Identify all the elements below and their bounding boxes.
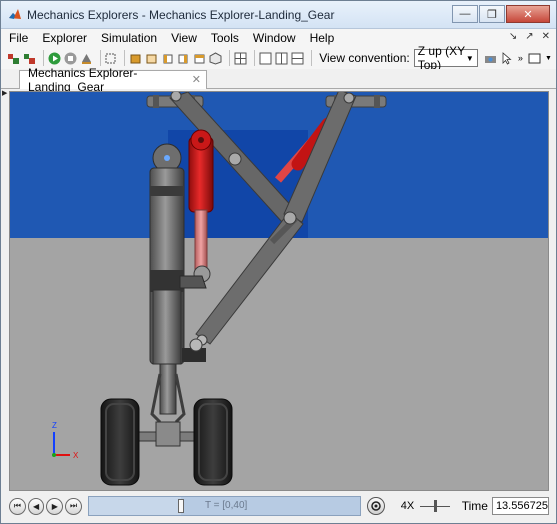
toolbar-separator	[124, 50, 126, 66]
toolbar-separator	[99, 50, 101, 66]
menu-bar: File Explorer Simulation View Tools Wind…	[1, 29, 556, 47]
triad-z-label: Z	[52, 421, 57, 430]
view-convention-label: View convention:	[319, 51, 410, 65]
layout-dropdown-icon[interactable]: ▼	[544, 52, 553, 65]
back-view-icon[interactable]	[145, 52, 158, 65]
ground-plane	[10, 238, 548, 490]
four-view-layout-icon[interactable]	[234, 52, 247, 65]
more-options-icon[interactable]: »	[516, 52, 525, 65]
close-document-icon[interactable]: ✕	[542, 31, 550, 42]
menu-tools[interactable]: Tools	[211, 31, 239, 45]
view-convention-value: Z up (XY Top)	[417, 44, 465, 72]
title-bar: Mechanics Explorers - Mechanics Explorer…	[1, 1, 556, 29]
minimize-button[interactable]: —	[452, 5, 478, 23]
menu-explorer[interactable]: Explorer	[42, 31, 87, 45]
chevron-down-icon: ▼	[465, 53, 474, 63]
split-vertical-icon[interactable]	[291, 52, 304, 65]
playback-timeline-slider[interactable]: T = [0,40]	[87, 496, 362, 516]
menu-simulation[interactable]: Simulation	[101, 31, 157, 45]
playback-speed-label: 4X	[400, 500, 415, 512]
strut-top-pin	[164, 155, 170, 161]
open-model-icon[interactable]	[7, 52, 20, 65]
right-view-icon[interactable]	[177, 52, 190, 65]
knee-pivot-joint	[283, 211, 297, 225]
update-model-icon[interactable]	[23, 52, 36, 65]
stop-icon[interactable]	[64, 52, 77, 65]
front-actuator-piston	[194, 209, 208, 271]
time-range-label: T = [0,40]	[204, 500, 248, 511]
dock-icon[interactable]: ↗	[525, 31, 533, 42]
top-view-icon[interactable]	[193, 52, 206, 65]
strut-bottom-joint	[189, 338, 203, 352]
timeline-thumb[interactable]	[177, 499, 184, 513]
skip-to-end-button[interactable]: ⏭	[65, 497, 82, 515]
top-left-pivot-joint	[170, 92, 182, 102]
left-hinge-ring	[153, 95, 159, 108]
triad-x-label: X	[73, 451, 79, 460]
3d-viewport[interactable]: Z X	[9, 91, 549, 491]
front-actuator-eye-pin	[198, 137, 204, 143]
expand-panel-icon[interactable]: ▶	[2, 89, 7, 97]
window-title: Mechanics Explorers - Mechanics Explorer…	[27, 8, 335, 22]
right-hinge-ring	[374, 95, 380, 108]
strut-torque-arm	[179, 275, 207, 289]
fit-to-view-icon[interactable]	[104, 52, 117, 65]
split-horizontal-icon[interactable]	[275, 52, 288, 65]
lower-piston	[159, 363, 177, 415]
menu-help[interactable]: Help	[310, 31, 335, 45]
select-pointer-icon[interactable]	[500, 51, 513, 65]
playback-controls: ⏮ ◀ ▶ ⏭ T = [0,40] 4X Time 13.556725	[9, 492, 549, 520]
strut-collar-upper	[150, 186, 184, 196]
strut-lower-body	[152, 289, 182, 365]
mid-pivot-joint	[228, 152, 242, 166]
play-button[interactable]: ▶	[46, 497, 64, 515]
tab-label: Mechanics Explorer-Landing_Gear	[28, 66, 138, 94]
axle-hub	[155, 421, 181, 447]
menu-file[interactable]: File	[9, 31, 28, 45]
maximize-button[interactable]: ❐	[479, 5, 505, 23]
mechanics-explorer-window: Mechanics Explorers - Mechanics Explorer…	[0, 0, 557, 524]
document-controls: ↘ ↗ ✕	[509, 31, 550, 42]
record-loop-icon	[371, 501, 381, 511]
triad-origin	[52, 453, 56, 457]
menu-window[interactable]: Window	[253, 31, 296, 45]
skip-to-start-button[interactable]: ⏮	[9, 497, 26, 515]
isometric-view-icon[interactable]	[209, 51, 222, 65]
speed-knob[interactable]	[434, 500, 438, 512]
top-right-pivot-joint	[343, 92, 355, 104]
close-button[interactable]: ✕	[506, 5, 550, 23]
menu-view[interactable]: View	[171, 31, 197, 45]
document-tab-strip: Mechanics Explorer-Landing_Gear ✕	[1, 66, 556, 94]
camera-icon[interactable]	[484, 52, 497, 65]
left-view-icon[interactable]	[161, 52, 174, 65]
step-back-button[interactable]: ◀	[27, 497, 45, 515]
single-view-icon[interactable]	[259, 52, 272, 65]
timeline-progress	[88, 497, 181, 515]
run-icon[interactable]	[48, 52, 61, 65]
tree-panel-collapsed	[1, 89, 9, 491]
view-convention-dropdown[interactable]: Z up (XY Top) ▼	[413, 44, 478, 72]
matlab-logo-icon	[9, 9, 21, 19]
front-view-icon[interactable]	[129, 52, 142, 65]
undock-icon[interactable]: ↘	[509, 31, 517, 42]
window-controls: — ❐ ✕	[452, 5, 550, 23]
playback-speed-slider[interactable]	[420, 499, 451, 513]
toolbar-separator	[43, 50, 44, 66]
toolbar-separator	[229, 50, 230, 66]
tab-landing-gear[interactable]: Mechanics Explorer-Landing_Gear ✕	[19, 66, 207, 94]
toolbar-separator	[310, 50, 312, 66]
tab-close-icon[interactable]: ✕	[192, 73, 201, 86]
loop-record-button[interactable]	[367, 497, 385, 515]
record-icon[interactable]	[80, 52, 93, 65]
view-layout-icon[interactable]	[528, 52, 541, 65]
time-value-field[interactable]: 13.556725	[491, 497, 549, 515]
landing-gear-scene: Z X	[10, 92, 548, 490]
time-label: Time	[461, 499, 488, 513]
strut-collar-mid	[150, 270, 184, 292]
toolbar-separator	[253, 50, 255, 66]
